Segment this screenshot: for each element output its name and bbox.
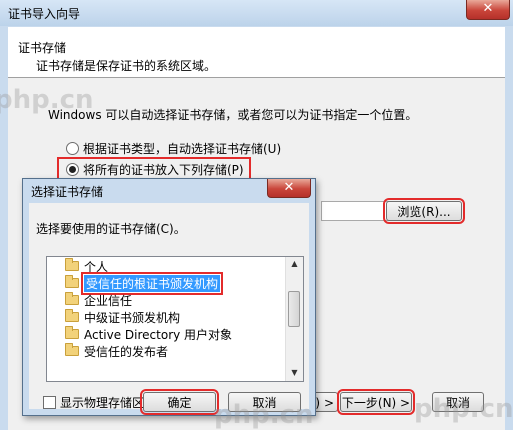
folder-icon bbox=[65, 292, 79, 305]
tree-item-label: 中级证书颁发机构 bbox=[84, 310, 181, 325]
tree-item[interactable]: 个人 bbox=[65, 258, 108, 274]
folder-icon bbox=[65, 258, 79, 271]
page-title: 证书存储 bbox=[18, 41, 67, 55]
dialog-close-button[interactable]: ✕ bbox=[267, 179, 311, 198]
next-label: 下一步(N) > bbox=[341, 396, 411, 410]
window-title: 证书导入向导 bbox=[8, 7, 81, 21]
radio-auto-option[interactable]: 根据证书类型，自动选择证书存储(U) bbox=[66, 140, 281, 157]
close-button[interactable]: ✕ bbox=[466, 0, 510, 20]
folder-icon bbox=[65, 326, 79, 339]
radio-manual-option[interactable]: 将所有的证书放入下列存储(P) bbox=[57, 157, 251, 182]
tree-item-label: 企业信任 bbox=[84, 293, 133, 308]
tree-item-label: 个人 bbox=[84, 259, 109, 274]
folder-icon bbox=[65, 309, 79, 322]
watermark: php.cn bbox=[0, 85, 94, 115]
dialog-prompt: 选择要使用的证书存储(C)。 bbox=[36, 222, 186, 236]
tree-item[interactable]: 受信任的根证书颁发机构 bbox=[65, 271, 224, 295]
folder-icon bbox=[65, 275, 79, 288]
page-description: 证书存储是保存证书的系统区域。 bbox=[36, 59, 217, 73]
watermark: php.cn bbox=[414, 394, 513, 424]
wizard-header: 证书存储 证书存储是保存证书的系统区域。 bbox=[8, 27, 505, 78]
select-store-dialog: 选择证书存储 ✕ 选择要使用的证书存储(C)。 个人 受信任的根证书颁发机构 企… bbox=[22, 178, 316, 416]
radio-auto-label: 根据证书类型，自动选择证书存储(U) bbox=[83, 142, 282, 156]
title-bar[interactable]: 证书导入向导 ✕ bbox=[0, 0, 513, 26]
radio-manual[interactable] bbox=[66, 163, 79, 176]
tree-item-label: Active Directory 用户对象 bbox=[84, 327, 233, 342]
tree-item[interactable]: 受信任的发布者 bbox=[65, 343, 168, 359]
tree-item[interactable]: 中级证书颁发机构 bbox=[65, 309, 180, 325]
close-icon: ✕ bbox=[283, 180, 295, 195]
tree-item-label-selected: 受信任的根证书颁发机构 bbox=[80, 271, 224, 295]
store-path-field[interactable] bbox=[321, 201, 390, 221]
scroll-up-icon[interactable]: ▲ bbox=[288, 258, 301, 270]
scroll-down-icon[interactable]: ▼ bbox=[288, 367, 301, 379]
radio-auto[interactable] bbox=[66, 142, 79, 155]
wizard-window: 证书导入向导 ✕ 证书存储 证书存储是保存证书的系统区域。 Windows 可以… bbox=[0, 0, 513, 430]
radio-manual-label: 将所有的证书放入下列存储(P) bbox=[83, 163, 244, 177]
tree-item[interactable]: Active Directory 用户对象 bbox=[65, 326, 232, 342]
close-icon: ✕ bbox=[482, 1, 494, 16]
info-text: Windows 可以自动选择证书存储，或者您可以为证书指定一个位置。 bbox=[48, 108, 418, 122]
next-button[interactable]: 下一步(N) > bbox=[337, 389, 415, 415]
browse-label: 浏览(R)... bbox=[397, 205, 451, 219]
tree-scrollbar[interactable]: ▲ ▼ bbox=[285, 257, 303, 381]
scroll-thumb[interactable] bbox=[288, 291, 300, 327]
dialog-title: 选择证书存储 bbox=[31, 185, 104, 199]
store-tree[interactable]: 个人 受信任的根证书颁发机构 企业信任 中级证书颁发机构 Active Dire… bbox=[46, 256, 304, 382]
tree-item[interactable]: 企业信任 bbox=[65, 292, 132, 308]
ok-label: 确定 bbox=[167, 396, 192, 410]
folder-icon bbox=[65, 343, 79, 356]
ok-button[interactable]: 确定 bbox=[140, 389, 219, 415]
show-physical-checkbox[interactable] bbox=[43, 396, 56, 409]
browse-button[interactable]: 浏览(R)... bbox=[383, 198, 465, 224]
watermark: php.cn bbox=[214, 400, 314, 430]
tree-item-label: 受信任的发布者 bbox=[84, 344, 169, 359]
dialog-client-area: 选择要使用的证书存储(C)。 个人 受信任的根证书颁发机构 企业信任 中级证书颁… bbox=[29, 203, 309, 410]
